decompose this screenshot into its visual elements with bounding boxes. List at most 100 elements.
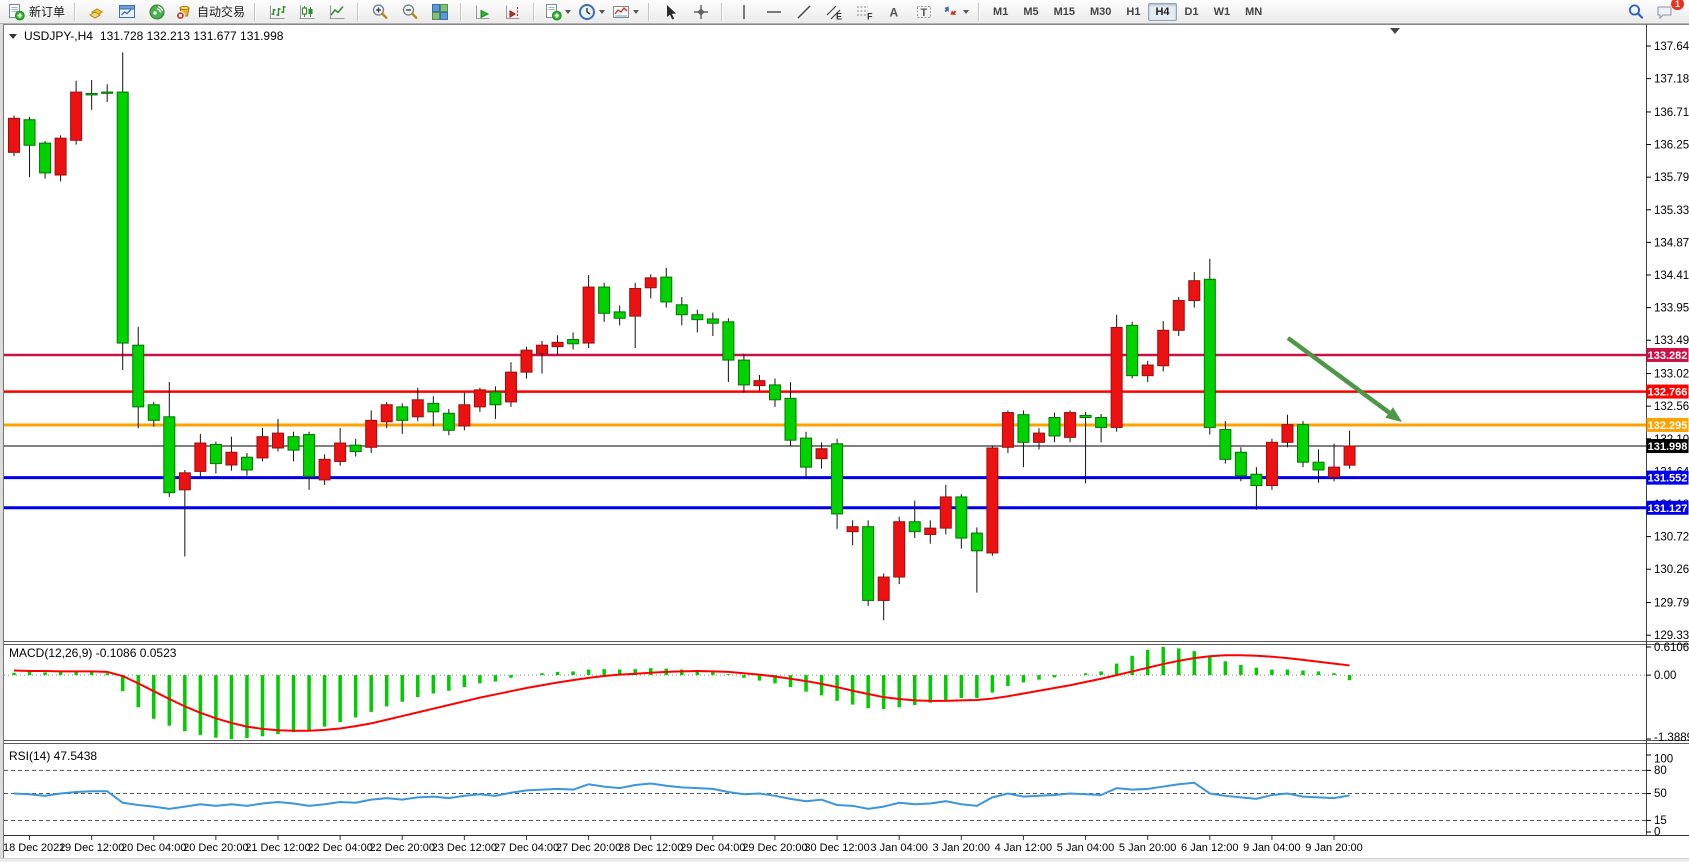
zoom-out-button[interactable] <box>395 1 424 22</box>
fibonacci-icon: F <box>855 3 873 21</box>
cursor-tool-button[interactable] <box>656 1 685 22</box>
vertical-line-tool-button[interactable] <box>729 1 758 22</box>
time-axis-label: 30 Dec 12:00 <box>804 842 869 854</box>
time-axis-label: 9 Jan 04:00 <box>1243 842 1301 854</box>
timeframe-button-M1[interactable]: M1 <box>986 3 1015 21</box>
price-tick-label: 135.790 <box>1654 172 1689 184</box>
price-tick-label: 137.180 <box>1654 74 1689 86</box>
candle-body-up <box>273 433 284 448</box>
time-axis-label: 20 Dec 04:00 <box>121 842 186 854</box>
new-order-button[interactable]: 新订单 <box>4 1 68 22</box>
candle-body-up <box>940 497 951 528</box>
timeframe-group: M1M5M15M30H1H4D1W1MN <box>986 3 1269 21</box>
candle-body-down <box>1080 415 1091 417</box>
trendline-tool-button[interactable] <box>789 1 818 22</box>
candle-body-down <box>599 287 610 313</box>
level-price-label: 131.552 <box>1648 473 1688 485</box>
periods-button[interactable] <box>575 1 608 22</box>
timeframe-button-W1[interactable]: W1 <box>1207 3 1238 21</box>
candle-body-up <box>894 522 905 577</box>
candle-body-down <box>117 92 128 343</box>
toolbar-separator <box>357 3 359 21</box>
rsi-axis-label: 15 <box>1654 815 1667 827</box>
fibonacci-tool-button[interactable]: F <box>849 1 878 22</box>
auto-scroll-button[interactable] <box>468 1 497 22</box>
time-axis-label: 22 Dec 20:00 <box>370 842 435 854</box>
zoom-in-button[interactable] <box>365 1 394 22</box>
time-axis-label: 5 Jan 20:00 <box>1119 842 1177 854</box>
candle-body-up <box>847 527 858 532</box>
candle-body-up <box>381 405 392 422</box>
timeframe-button-D1[interactable]: D1 <box>1178 3 1206 21</box>
macd-axis-label: 0.6106 <box>1654 642 1689 654</box>
templates-button[interactable] <box>609 1 642 22</box>
candle-body-up <box>1002 413 1013 448</box>
tile-windows-icon <box>431 3 449 21</box>
timeframe-button-M15[interactable]: M15 <box>1047 3 1082 21</box>
level-price-label: 132.766 <box>1648 387 1688 399</box>
auto-trading-button[interactable]: 自动交易 <box>172 1 248 22</box>
tile-windows-button[interactable] <box>425 1 454 22</box>
candle-body-down <box>428 403 439 412</box>
candlestick-chart-type-button[interactable] <box>292 1 321 22</box>
candle-body-up <box>645 278 656 288</box>
new-chart-button[interactable] <box>541 1 574 22</box>
price-tick-label: 137.640 <box>1654 41 1689 53</box>
equidistant-channel-tool-button[interactable]: E <box>819 1 848 22</box>
candle-body-down <box>1251 474 1262 485</box>
candle-body-down <box>785 398 796 440</box>
time-axis-label: 6 Jan 12:00 <box>1181 842 1239 854</box>
crosshair-tool-button[interactable] <box>686 1 715 22</box>
candle-body-up <box>878 577 889 600</box>
candle-body-down <box>304 435 315 477</box>
timeframe-button-MN[interactable]: MN <box>1238 3 1269 21</box>
text-tool-button[interactable]: A <box>879 1 908 22</box>
candle-body-up <box>521 350 532 372</box>
price-tick-label: 133.020 <box>1654 369 1689 381</box>
candle-body-down <box>397 407 408 420</box>
candle-body-down <box>40 143 51 173</box>
chart-shift-button[interactable] <box>498 1 527 22</box>
horizontal-line-tool-button[interactable] <box>759 1 788 22</box>
chart-window-button[interactable] <box>112 1 141 22</box>
price-tick-label: 130.720 <box>1654 532 1689 544</box>
chat-button[interactable]: 1 <box>1650 1 1679 22</box>
market-watch-button[interactable] <box>82 1 111 22</box>
candle-body-up <box>257 437 268 458</box>
price-tick-label: 133.490 <box>1654 335 1689 347</box>
candle-body-down <box>443 413 454 430</box>
candle-body-down <box>614 312 625 318</box>
price-tick-label: 129.790 <box>1654 598 1689 610</box>
timeframe-button-H1[interactable]: H1 <box>1119 3 1147 21</box>
symbol-dropdown-icon[interactable] <box>9 34 17 39</box>
line-chart-type-button[interactable] <box>322 1 351 22</box>
time-axis-label: 5 Jan 04:00 <box>1057 842 1115 854</box>
chart-title: USDJPY-,H4 131.728 132.213 131.677 131.9… <box>9 29 283 43</box>
candle-body-down <box>801 438 812 467</box>
svg-text:T: T <box>920 7 927 19</box>
line-chart-icon <box>328 3 346 21</box>
svg-text:E: E <box>836 11 842 21</box>
timeframe-button-M5[interactable]: M5 <box>1016 3 1045 21</box>
time-axis-label: 20 Dec 20:00 <box>183 842 248 854</box>
timeframe-button-M30[interactable]: M30 <box>1083 3 1118 21</box>
equidistant-channel-icon: E <box>825 3 843 21</box>
signals-button[interactable] <box>142 1 171 22</box>
bar-chart-icon <box>268 3 286 21</box>
clock-icon <box>578 3 596 21</box>
timeframe-button-H4[interactable]: H4 <box>1148 3 1176 21</box>
notification-badge: 1 <box>1670 0 1685 11</box>
zoom-in-icon <box>371 3 389 21</box>
text-label-tool-button[interactable]: T <box>909 1 938 22</box>
level-price-label: 131.127 <box>1648 503 1688 515</box>
level-price-label: 131.998 <box>1648 441 1688 453</box>
toolbar-separator <box>533 3 535 21</box>
candle-body-up <box>335 443 346 461</box>
bar-chart-type-button[interactable] <box>262 1 291 22</box>
search-button[interactable] <box>1621 1 1650 22</box>
arrows-tool-button[interactable] <box>939 1 972 22</box>
candle-body-down <box>1204 279 1215 427</box>
candle-body-up <box>55 138 66 175</box>
candle-body-up <box>1282 425 1293 443</box>
text-tool-icon: A <box>885 3 903 21</box>
